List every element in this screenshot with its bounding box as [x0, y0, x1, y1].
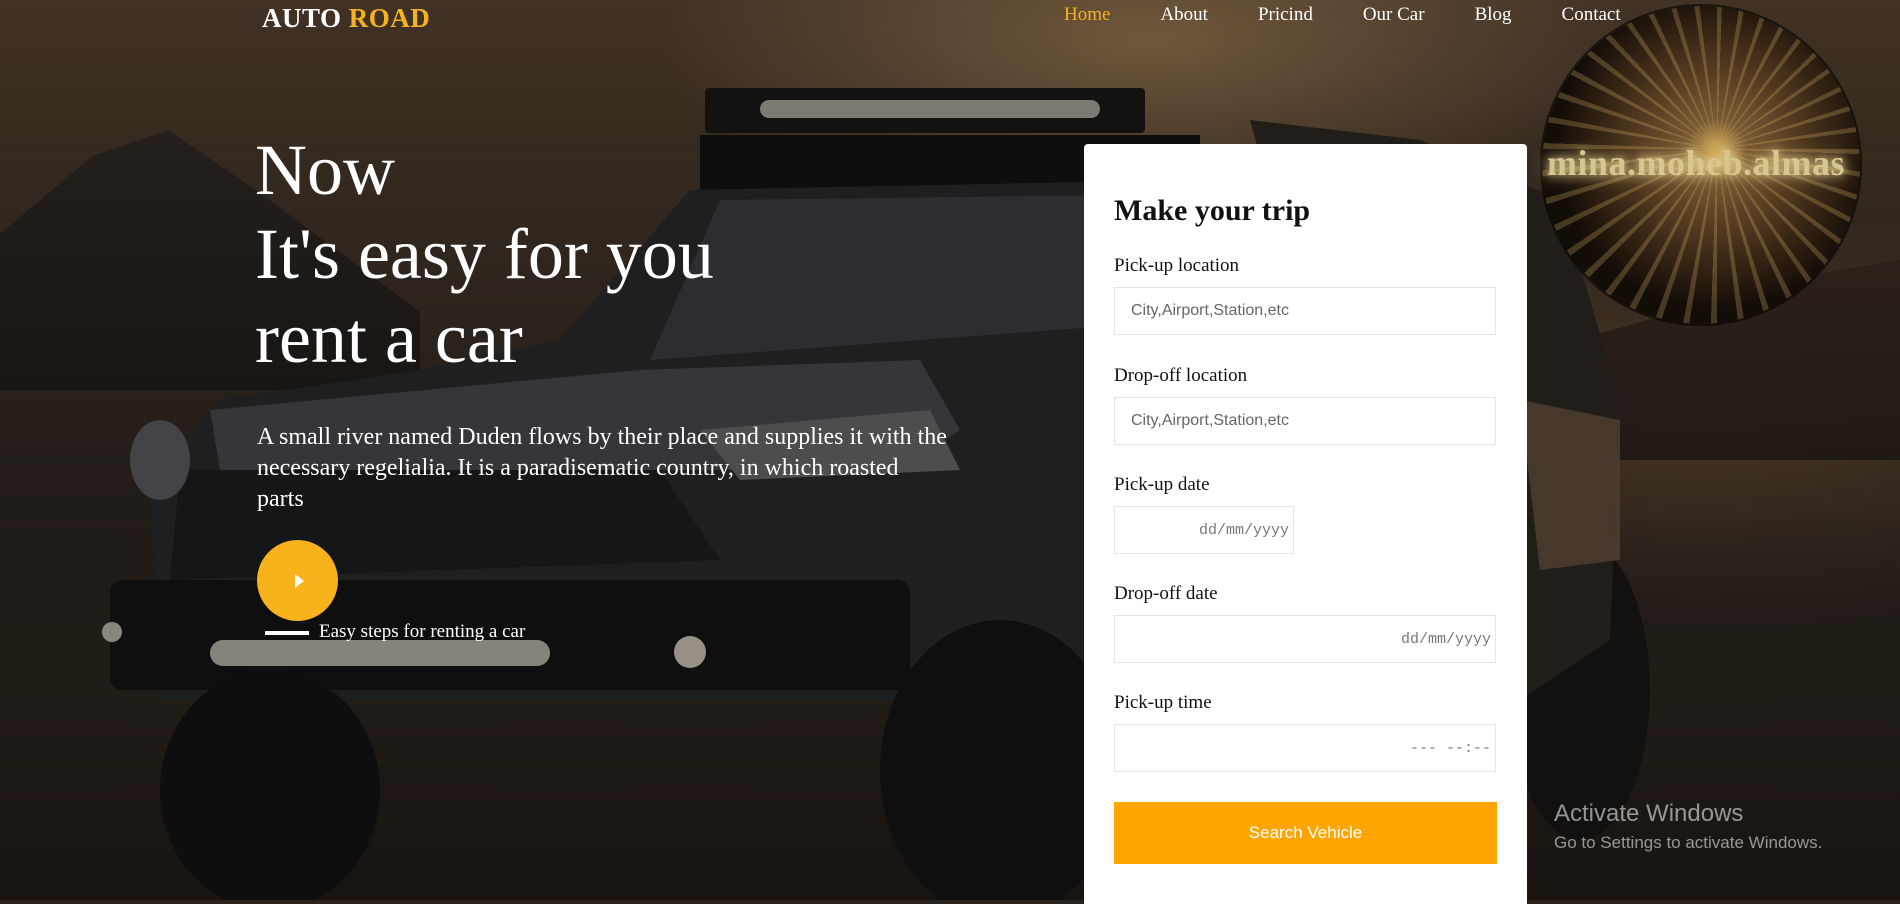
search-vehicle-button[interactable]: Search Vehicle: [1114, 802, 1497, 864]
pickup-location-label: Pick-up location: [1114, 255, 1240, 276]
pickup-time-input[interactable]: --- --:--: [1114, 724, 1496, 772]
form-title: Make your trip: [1114, 194, 1311, 227]
steps-divider: [265, 631, 309, 635]
pickup-date-label: Pick-up date: [1114, 474, 1210, 495]
nav-link-pricing[interactable]: Pricind: [1258, 4, 1313, 26]
play-icon: [294, 573, 304, 588]
watermark-text: mina.moheb.almas: [1547, 143, 1846, 183]
dropoff-location-input[interactable]: City,Airport,Station,etc: [1114, 397, 1496, 445]
brand-logo[interactable]: AUTO ROAD: [262, 3, 430, 34]
steps-label: Easy steps for renting a car: [319, 621, 526, 642]
activate-windows-title: Activate Windows: [1554, 800, 1744, 827]
play-video-button[interactable]: [257, 540, 338, 621]
brand-logo-part2: ROAD: [348, 3, 431, 33]
pickup-location-input[interactable]: City,Airport,Station,etc: [1114, 287, 1496, 335]
pickup-time-label: Pick-up time: [1114, 692, 1212, 713]
trip-form-card: Make your trip Pick-up location City,Air…: [1084, 144, 1527, 904]
activate-windows-subtitle: Go to Settings to activate Windows.: [1554, 833, 1823, 852]
nav-link-home[interactable]: Home: [1064, 4, 1110, 26]
nav-link-our-car[interactable]: Our Car: [1363, 4, 1425, 26]
hero-title-line: rent a car: [255, 298, 523, 378]
nav-link-contact[interactable]: Contact: [1562, 4, 1621, 26]
dropoff-location-label: Drop-off location: [1114, 365, 1248, 386]
nav-link-about[interactable]: About: [1160, 4, 1208, 26]
nav-link-blog[interactable]: Blog: [1475, 4, 1512, 26]
dropoff-date-label: Drop-off date: [1114, 583, 1218, 604]
hero-title-line: It's easy for you: [255, 214, 714, 294]
main-nav: Home About Pricind Our Car Blog Contact: [1064, 4, 1621, 26]
hero-title-line: Now: [255, 130, 395, 210]
brand-logo-part1: AUTO: [262, 3, 342, 33]
hero-description: A small river named Duden flows by their…: [257, 424, 947, 512]
pickup-date-input[interactable]: dd/mm/yyyy: [1114, 506, 1294, 554]
hero-title: Now It's easy for you rent a car: [255, 128, 714, 380]
dropoff-date-input[interactable]: dd/mm/yyyy: [1114, 615, 1496, 663]
